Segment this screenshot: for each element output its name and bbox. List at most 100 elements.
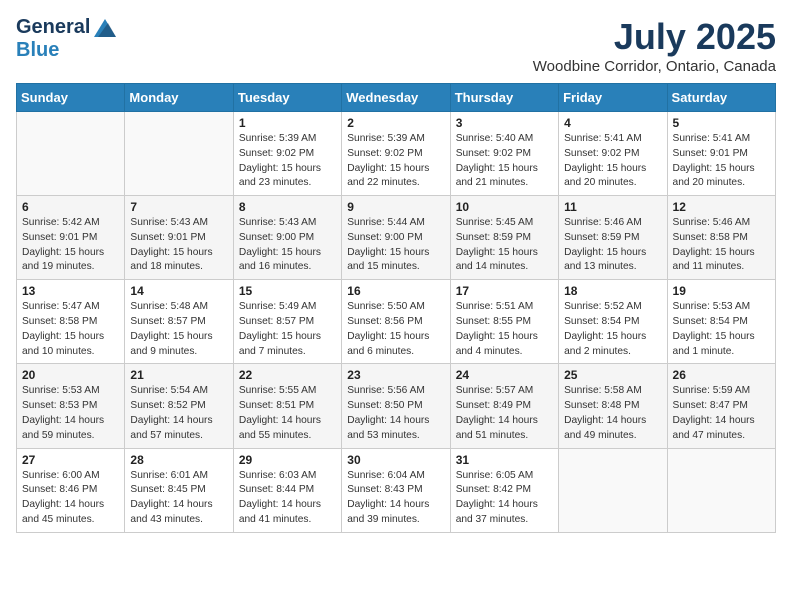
day-number: 15 [239, 284, 336, 298]
day-number: 14 [130, 284, 227, 298]
day-number: 12 [673, 200, 770, 214]
location-text: Woodbine Corridor, Ontario, Canada [533, 58, 776, 75]
day-detail: Sunrise: 5:41 AM Sunset: 9:01 PM Dayligh… [673, 132, 770, 191]
calendar-cell: 31 Sunrise: 6:05 AM Sunset: 8:42 PM Dayli… [450, 448, 558, 532]
day-detail: Sunrise: 5:49 AM Sunset: 8:57 PM Dayligh… [239, 300, 336, 359]
day-detail: Sunrise: 5:51 AM Sunset: 8:55 PM Dayligh… [456, 300, 553, 359]
day-detail: Sunrise: 6:01 AM Sunset: 8:45 PM Dayligh… [130, 469, 227, 528]
calendar-week-row: 20Sunrise: 5:53 AM Sunset: 8:53 PM Dayli… [17, 364, 776, 448]
calendar-cell: 3 Sunrise: 5:40 AM Sunset: 9:02 PM Daylig… [450, 112, 558, 196]
day-detail: Sunrise: 6:05 AM Sunset: 8:42 PM Dayligh… [456, 469, 553, 528]
day-of-week-saturday: Saturday [667, 84, 775, 112]
calendar-cell: 21 Sunrise: 5:54 AM Sunset: 8:52 PM Dayli… [125, 364, 233, 448]
calendar-cell: 10 Sunrise: 5:45 AM Sunset: 8:59 PM Dayli… [450, 196, 558, 280]
calendar-cell: 12 Sunrise: 5:46 AM Sunset: 8:58 PM Dayli… [667, 196, 775, 280]
day-number: 8 [239, 200, 336, 214]
day-detail: Sunrise: 5:42 AM Sunset: 9:01 PM Dayligh… [22, 216, 119, 275]
day-detail: Sunrise: 5:54 AM Sunset: 8:52 PM Dayligh… [130, 384, 227, 443]
logo: General Blue [16, 16, 116, 62]
day-number: 3 [456, 116, 553, 130]
day-number: 22 [239, 368, 336, 382]
day-number: 1 [239, 116, 336, 130]
day-detail: Sunrise: 5:46 AM Sunset: 8:58 PM Dayligh… [673, 216, 770, 275]
day-detail: Sunrise: 5:55 AM Sunset: 8:51 PM Dayligh… [239, 384, 336, 443]
day-detail: Sunrise: 5:53 AM Sunset: 8:54 PM Dayligh… [673, 300, 770, 359]
day-detail: Sunrise: 5:46 AM Sunset: 8:59 PM Dayligh… [564, 216, 661, 275]
day-detail: Sunrise: 6:04 AM Sunset: 8:43 PM Dayligh… [347, 469, 444, 528]
month-title: July 2025 [533, 16, 776, 58]
day-number: 28 [130, 453, 227, 467]
day-detail: Sunrise: 5:59 AM Sunset: 8:47 PM Dayligh… [673, 384, 770, 443]
calendar-cell: 17Sunrise: 5:51 AM Sunset: 8:55 PM Dayli… [450, 280, 558, 364]
calendar-cell: 26 Sunrise: 5:59 AM Sunset: 8:47 PM Dayli… [667, 364, 775, 448]
calendar-cell: 8 Sunrise: 5:43 AM Sunset: 9:00 PM Daylig… [233, 196, 341, 280]
day-number: 2 [347, 116, 444, 130]
day-of-week-thursday: Thursday [450, 84, 558, 112]
day-of-week-tuesday: Tuesday [233, 84, 341, 112]
day-detail: Sunrise: 5:58 AM Sunset: 8:48 PM Dayligh… [564, 384, 661, 443]
day-detail: Sunrise: 5:45 AM Sunset: 8:59 PM Dayligh… [456, 216, 553, 275]
day-detail: Sunrise: 5:57 AM Sunset: 8:49 PM Dayligh… [456, 384, 553, 443]
calendar-week-row: 27 Sunrise: 6:00 AM Sunset: 8:46 PM Dayli… [17, 448, 776, 532]
day-detail: Sunrise: 5:48 AM Sunset: 8:57 PM Dayligh… [130, 300, 227, 359]
day-detail: Sunrise: 5:53 AM Sunset: 8:53 PM Dayligh… [22, 384, 119, 443]
day-number: 13 [22, 284, 119, 298]
day-number: 19 [673, 284, 770, 298]
calendar-cell: 29 Sunrise: 6:03 AM Sunset: 8:44 PM Dayli… [233, 448, 341, 532]
day-detail: Sunrise: 5:47 AM Sunset: 8:58 PM Dayligh… [22, 300, 119, 359]
calendar-cell: 24 Sunrise: 5:57 AM Sunset: 8:49 PM Dayli… [450, 364, 558, 448]
calendar-week-row: 13 Sunrise: 5:47 AM Sunset: 8:58 PM Dayli… [17, 280, 776, 364]
day-number: 4 [564, 116, 661, 130]
day-number: 29 [239, 453, 336, 467]
calendar-cell: 22 Sunrise: 5:55 AM Sunset: 8:51 PM Dayli… [233, 364, 341, 448]
day-number: 9 [347, 200, 444, 214]
day-number: 30 [347, 453, 444, 467]
day-of-week-friday: Friday [559, 84, 667, 112]
day-number: 16 [347, 284, 444, 298]
calendar-cell: 27 Sunrise: 6:00 AM Sunset: 8:46 PM Dayli… [17, 448, 125, 532]
calendar-cell: 4 Sunrise: 5:41 AM Sunset: 9:02 PM Daylig… [559, 112, 667, 196]
day-detail: Sunrise: 6:03 AM Sunset: 8:44 PM Dayligh… [239, 469, 336, 528]
day-detail: Sunrise: 5:40 AM Sunset: 9:02 PM Dayligh… [456, 132, 553, 191]
calendar-cell: 11 Sunrise: 5:46 AM Sunset: 8:59 PM Dayli… [559, 196, 667, 280]
calendar-cell: 23Sunrise: 5:56 AM Sunset: 8:50 PM Dayli… [342, 364, 450, 448]
day-number: 11 [564, 200, 661, 214]
day-number: 5 [673, 116, 770, 130]
calendar-cell: 15 Sunrise: 5:49 AM Sunset: 8:57 PM Dayli… [233, 280, 341, 364]
day-detail: Sunrise: 5:39 AM Sunset: 9:02 PM Dayligh… [239, 132, 336, 191]
day-number: 21 [130, 368, 227, 382]
calendar-cell: 30 Sunrise: 6:04 AM Sunset: 8:43 PM Dayli… [342, 448, 450, 532]
day-of-week-sunday: Sunday [17, 84, 125, 112]
calendar-cell: 25 Sunrise: 5:58 AM Sunset: 8:48 PM Dayli… [559, 364, 667, 448]
calendar-cell [667, 448, 775, 532]
day-detail: Sunrise: 5:43 AM Sunset: 9:00 PM Dayligh… [239, 216, 336, 275]
day-detail: Sunrise: 5:56 AM Sunset: 8:50 PM Dayligh… [347, 384, 444, 443]
day-detail: Sunrise: 5:50 AM Sunset: 8:56 PM Dayligh… [347, 300, 444, 359]
day-detail: Sunrise: 6:00 AM Sunset: 8:46 PM Dayligh… [22, 469, 119, 528]
day-number: 25 [564, 368, 661, 382]
day-detail: Sunrise: 5:43 AM Sunset: 9:01 PM Dayligh… [130, 216, 227, 275]
title-block: July 2025 Woodbine Corridor, Ontario, Ca… [533, 16, 776, 75]
day-detail: Sunrise: 5:41 AM Sunset: 9:02 PM Dayligh… [564, 132, 661, 191]
logo-icon [94, 19, 116, 37]
day-number: 18 [564, 284, 661, 298]
day-of-week-monday: Monday [125, 84, 233, 112]
calendar-cell: 14 Sunrise: 5:48 AM Sunset: 8:57 PM Dayli… [125, 280, 233, 364]
calendar-header-row: SundayMondayTuesdayWednesdayThursdayFrid… [17, 84, 776, 112]
calendar-cell [125, 112, 233, 196]
day-number: 26 [673, 368, 770, 382]
day-number: 10 [456, 200, 553, 214]
day-number: 7 [130, 200, 227, 214]
calendar-cell: 2Sunrise: 5:39 AM Sunset: 9:02 PM Daylig… [342, 112, 450, 196]
calendar-cell: 28 Sunrise: 6:01 AM Sunset: 8:45 PM Dayli… [125, 448, 233, 532]
calendar-cell [17, 112, 125, 196]
day-detail: Sunrise: 5:52 AM Sunset: 8:54 PM Dayligh… [564, 300, 661, 359]
calendar-week-row: 1 Sunrise: 5:39 AM Sunset: 9:02 PM Daylig… [17, 112, 776, 196]
day-number: 27 [22, 453, 119, 467]
day-of-week-wednesday: Wednesday [342, 84, 450, 112]
calendar-cell: 19 Sunrise: 5:53 AM Sunset: 8:54 PM Dayli… [667, 280, 775, 364]
day-detail: Sunrise: 5:44 AM Sunset: 9:00 PM Dayligh… [347, 216, 444, 275]
calendar-cell [559, 448, 667, 532]
day-number: 31 [456, 453, 553, 467]
day-number: 24 [456, 368, 553, 382]
